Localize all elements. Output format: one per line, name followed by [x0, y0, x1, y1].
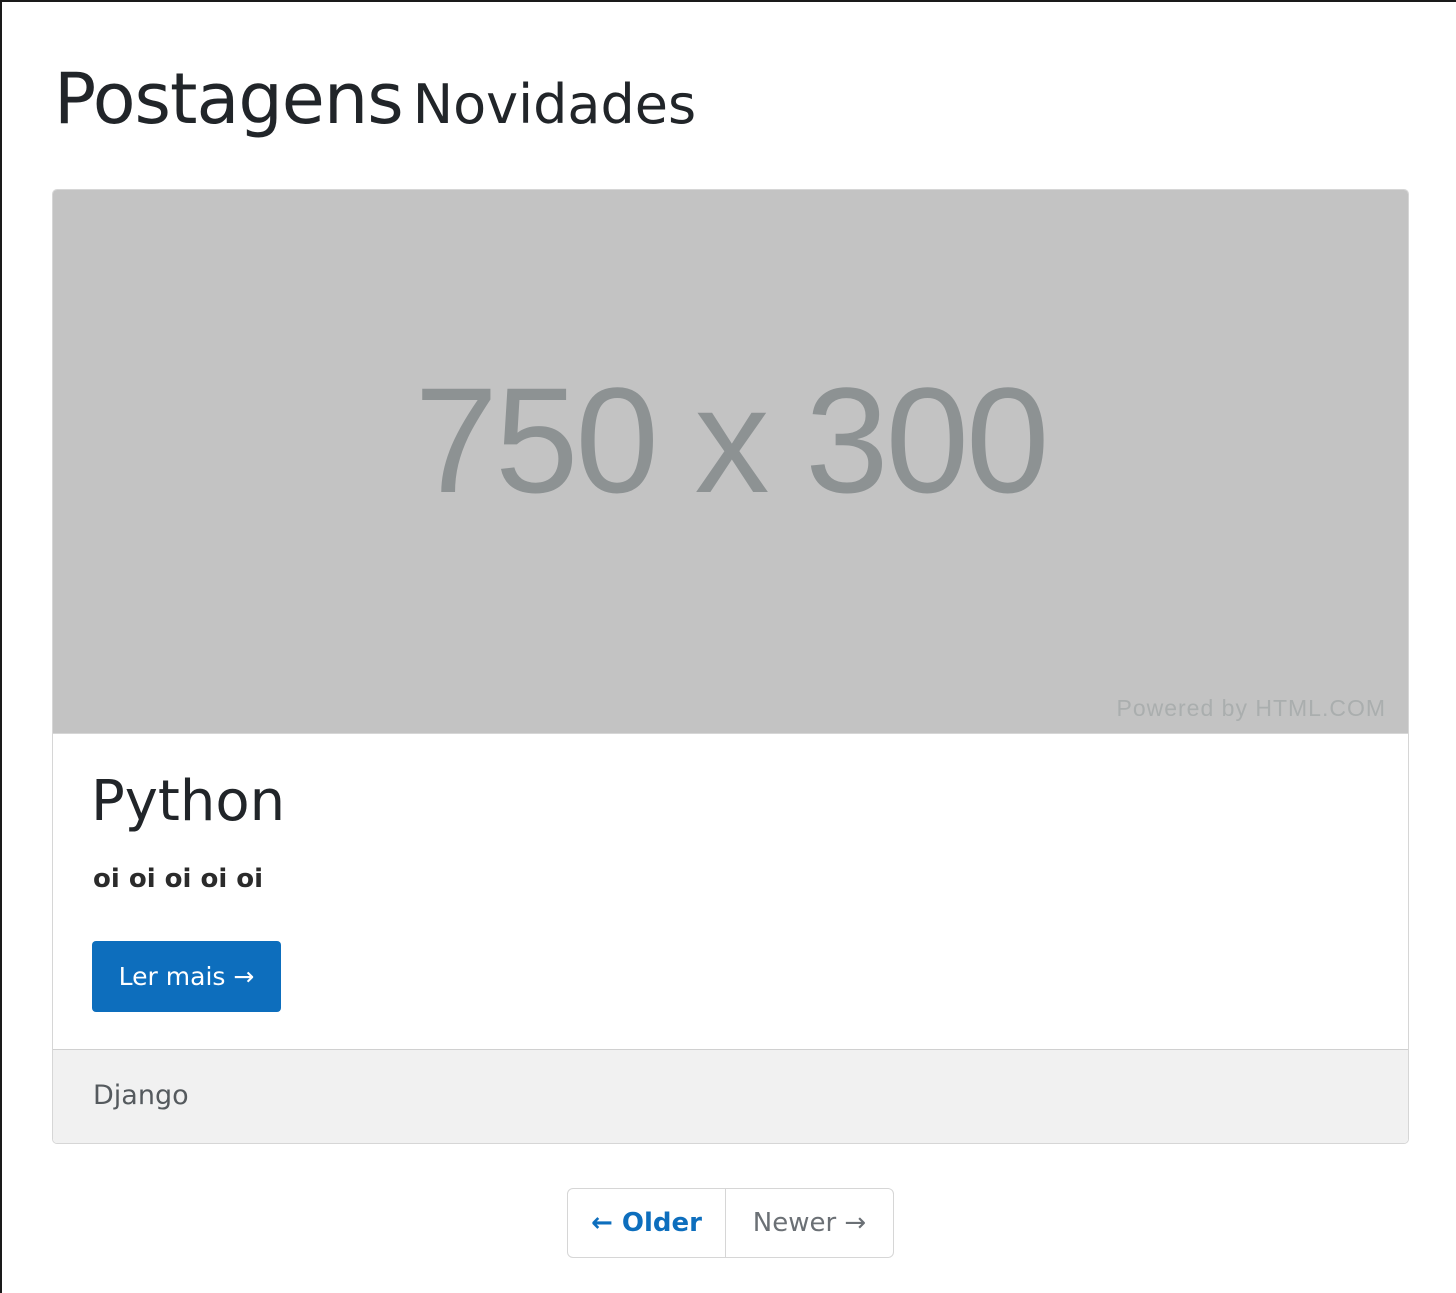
read-more-button[interactable]: Ler mais → — [92, 941, 281, 1012]
post-excerpt: oi oi oi oi oi — [93, 864, 264, 894]
post-category: Django — [93, 1080, 189, 1111]
image-powered-text: Powered by HTML.COM — [1116, 695, 1386, 721]
post-image-placeholder: 750 x 300 Powered by HTML.COM — [53, 190, 1408, 733]
page-title: Postagens Novidades — [54, 64, 696, 134]
post-card-footer: Django — [53, 1049, 1408, 1143]
older-posts-link[interactable]: ← Older — [568, 1189, 726, 1257]
post-card: 750 x 300 Powered by HTML.COM Python oi … — [52, 189, 1409, 1144]
post-title: Python — [91, 769, 286, 834]
pagination: ← Older Newer → — [567, 1188, 894, 1258]
post-card-body: Python oi oi oi oi oi Ler mais → — [53, 733, 1408, 1049]
page-title-main: Postagens — [54, 58, 404, 140]
newer-posts-link[interactable]: Newer → — [726, 1189, 893, 1257]
image-dimensions-text: 750 x 300 — [414, 356, 1050, 524]
page-title-sub: Novidades — [412, 73, 697, 136]
